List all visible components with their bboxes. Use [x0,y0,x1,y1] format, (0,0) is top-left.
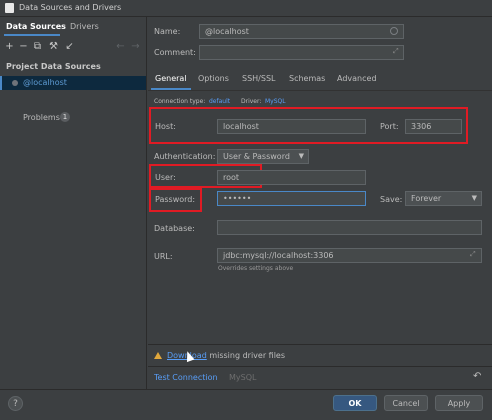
warning-text: missing driver files [209,351,286,360]
password-input[interactable]: •••••• [217,191,366,206]
apply-button[interactable]: Apply [435,395,483,411]
authentication-label: Authentication: [154,152,216,161]
active-tab-indicator [4,34,60,36]
test-connection-driver: MySQL [229,373,257,382]
database-icon [12,80,18,86]
port-label: Port: [380,122,399,131]
save-select[interactable]: Forever ▼ [405,191,482,206]
driver-link[interactable]: MySQL [265,98,286,105]
url-label: URL: [154,252,173,261]
save-value: Forever [411,194,442,203]
connection-type-label: Connection type: [154,98,206,105]
database-label: Database: [154,224,195,233]
chevron-down-icon: ▼ [298,152,304,160]
settings-icon[interactable]: ⚒ [48,41,59,53]
add-icon[interactable]: + [4,41,15,53]
project-data-sources-label: Project Data Sources [6,62,101,71]
separator [148,344,492,345]
host-input[interactable]: localhost [217,119,366,134]
authentication-select[interactable]: User & Password ▼ [217,149,309,164]
host-label: Host: [155,122,176,131]
save-label: Save: [380,195,403,204]
separator [148,366,492,367]
user-input[interactable]: root [217,170,366,185]
color-picker-icon[interactable] [390,27,398,35]
remove-icon[interactable]: − [18,41,29,53]
ok-button[interactable]: OK [333,395,377,411]
cancel-button[interactable]: Cancel [384,395,428,411]
help-button[interactable]: ? [8,396,23,411]
tab-ssh-ssl[interactable]: SSH/SSL [242,74,275,83]
warning-icon [154,352,162,359]
duplicate-icon[interactable]: ⧉ [32,41,43,53]
user-label: User: [155,173,176,182]
tab-general[interactable]: General [155,74,187,83]
name-input[interactable]: @localhost [199,24,404,39]
tab-advanced[interactable]: Advanced [337,74,377,83]
comment-label: Comment: [154,48,196,57]
app-icon [5,3,14,13]
data-source-item[interactable] [0,76,146,90]
data-source-label[interactable]: @localhost [23,78,67,87]
problems-item[interactable]: Problems [23,113,60,122]
test-connection-link[interactable]: Test Connection [154,373,218,382]
subtabs-divider [148,90,492,91]
back-icon[interactable]: ← [115,41,126,53]
connection-type-link[interactable]: default [209,98,230,105]
expand-icon[interactable]: ⤢ [393,47,399,56]
password-label: Password: [155,195,196,204]
tab-options[interactable]: Options [198,74,229,83]
url-input[interactable]: jdbc:mysql://localhost:3306 [217,248,482,263]
tab-data-sources[interactable]: Data Sources [6,22,66,34]
authentication-value: User & Password [223,152,290,161]
port-input[interactable]: 3306 [405,119,462,134]
tab-schemas[interactable]: Schemas [289,74,325,83]
comment-input[interactable] [199,45,404,60]
window-title: Data Sources and Drivers [19,3,122,12]
forward-icon[interactable]: → [130,41,141,53]
left-panel [0,17,147,389]
driver-label: Driver: [241,98,262,105]
name-label: Name: [154,27,181,36]
reset-icon[interactable]: ↶ [473,371,481,382]
import-icon[interactable]: ↙ [64,41,75,53]
chevron-down-icon: ▼ [471,194,477,202]
tab-drivers[interactable]: Drivers [70,22,99,34]
database-input[interactable] [217,220,482,235]
problems-count-badge: 1 [60,112,70,122]
expand-icon[interactable]: ⤢ [470,250,476,259]
url-hint: Overrides settings above [218,265,294,272]
